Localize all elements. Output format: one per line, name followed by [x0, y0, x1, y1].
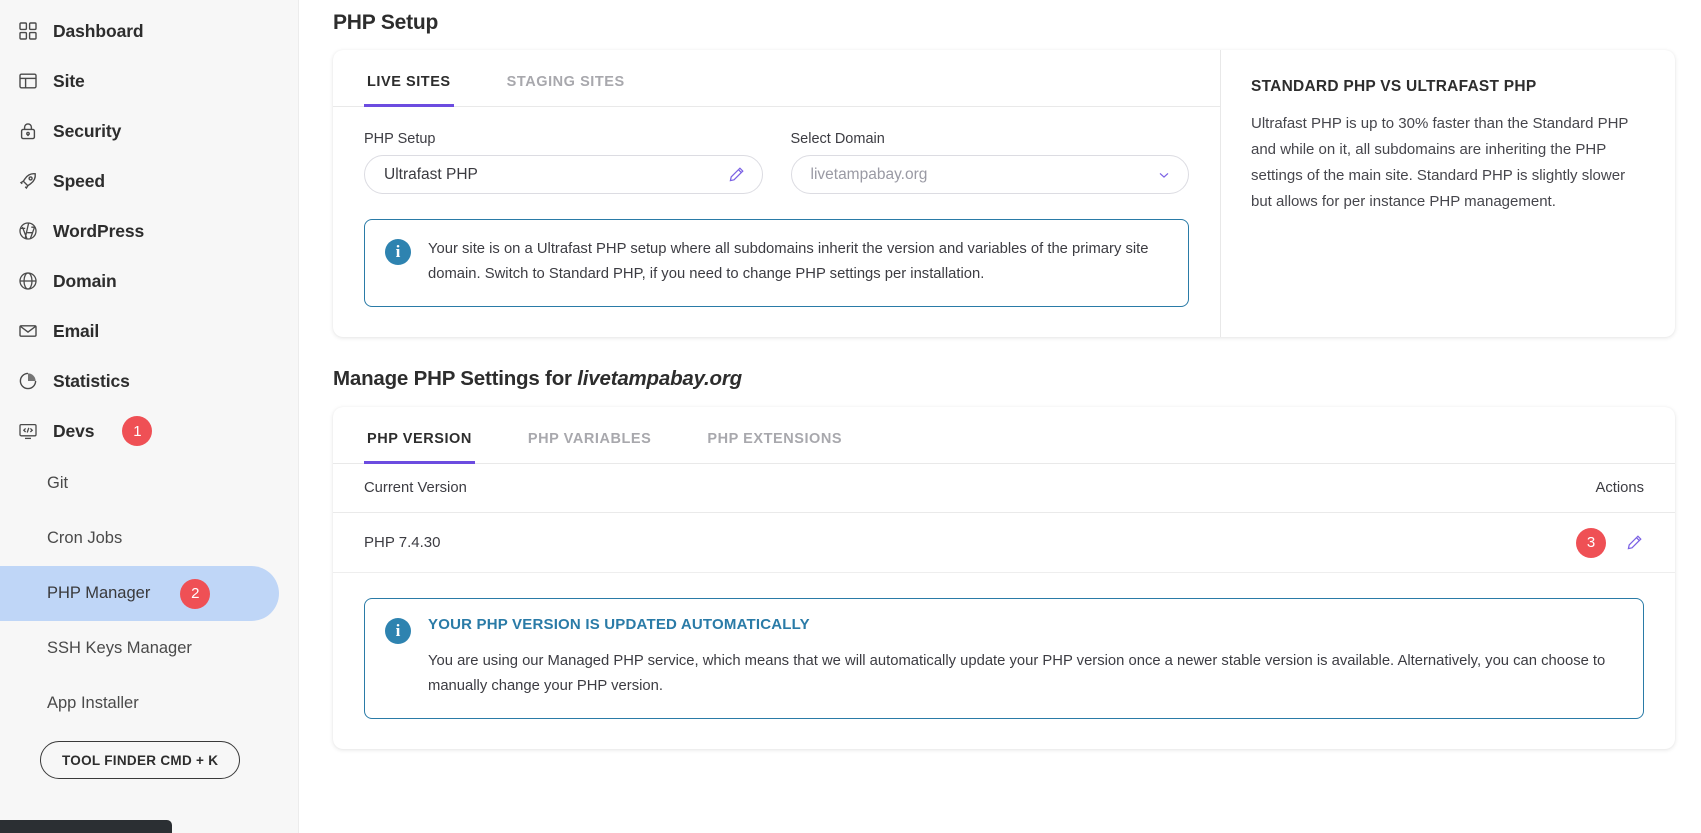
sidebar-item-label: Site — [53, 71, 85, 92]
sidebar-item-label: Statistics — [53, 371, 130, 392]
sidebar-item-security[interactable]: Security — [0, 106, 298, 156]
sidebar-item-label: Email — [53, 321, 99, 342]
pencil-icon[interactable] — [1625, 533, 1644, 552]
php-settings-card: PHP VERSION PHP VARIABLES PHP EXTENSIONS… — [333, 407, 1675, 749]
envelope-icon — [17, 320, 39, 342]
managed-php-callout-text: You are using our Managed PHP service, w… — [428, 649, 1621, 699]
sidebar-subitem-label: SSH Keys Manager — [47, 639, 192, 658]
sidebar-item-cron-jobs[interactable]: Cron Jobs — [0, 511, 298, 566]
row-actions: 3 — [1576, 528, 1644, 558]
current-php-version-value: PHP 7.4.30 — [364, 534, 440, 551]
tab-live-sites[interactable]: LIVE SITES — [364, 74, 454, 107]
tab-php-extensions[interactable]: PHP EXTENSIONS — [704, 431, 845, 464]
column-header-current-version: Current Version — [364, 480, 467, 496]
rocket-icon — [17, 170, 39, 192]
select-domain-dropdown[interactable]: livetampabay.org — [791, 155, 1190, 194]
sidebar-subitem-label: Git — [47, 474, 68, 493]
php-info-panel-title: STANDARD PHP VS ULTRAFAST PHP — [1251, 78, 1641, 96]
tab-staging-sites[interactable]: STAGING SITES — [504, 74, 628, 107]
php-setup-form: PHP Setup Ultrafast PHP — [333, 107, 1220, 194]
info-icon: i — [385, 618, 411, 644]
sidebar-item-label: WordPress — [53, 221, 144, 242]
sidebar-nav: Dashboard Site — [0, 0, 298, 779]
php-setup-field: PHP Setup Ultrafast PHP — [364, 131, 763, 194]
sidebar-subitem-label: PHP Manager — [47, 584, 150, 603]
sidebar-item-dashboard[interactable]: Dashboard — [0, 6, 298, 56]
sidebar-subitem-label: Cron Jobs — [47, 529, 122, 548]
step-badge-1: 1 — [122, 416, 152, 446]
window-icon — [17, 70, 39, 92]
wordpress-icon — [17, 220, 39, 242]
sidebar-item-devs[interactable]: Devs 1 — [0, 406, 298, 456]
php-settings-tabs: PHP VERSION PHP VARIABLES PHP EXTENSIONS — [333, 407, 1675, 464]
callout-body: Your site is on a Ultrafast PHP setup wh… — [428, 237, 1166, 287]
managed-php-callout: i YOUR PHP VERSION IS UPDATED AUTOMATICA… — [364, 598, 1644, 719]
sidebar-item-label: Dashboard — [53, 21, 144, 42]
main-content: PHP Setup LIVE SITES STAGING SITES PHP S… — [299, 0, 1701, 833]
tab-php-version[interactable]: PHP VERSION — [364, 431, 475, 464]
php-setup-label: PHP Setup — [364, 131, 763, 147]
code-screen-icon — [17, 420, 39, 442]
sidebar: Dashboard Site — [0, 0, 299, 833]
sidebar-item-statistics[interactable]: Statistics — [0, 356, 298, 406]
app-root: Dashboard Site — [0, 0, 1701, 833]
php-setup-card: LIVE SITES STAGING SITES PHP Setup Ultra… — [333, 50, 1675, 337]
globe-icon — [17, 270, 39, 292]
pencil-icon[interactable] — [727, 165, 746, 184]
sidebar-bottom-bar — [0, 820, 172, 833]
tool-finder-wrap: TOOL FINDER CMD + K — [0, 731, 298, 779]
php-setup-card-left: LIVE SITES STAGING SITES PHP Setup Ultra… — [333, 50, 1220, 337]
page-title: PHP Setup — [333, 0, 1675, 50]
sidebar-item-email[interactable]: Email — [0, 306, 298, 356]
sidebar-item-git[interactable]: Git — [0, 456, 298, 511]
sidebar-item-ssh-keys-manager[interactable]: SSH Keys Manager — [0, 621, 298, 676]
grid-icon — [17, 20, 39, 42]
sidebar-subitem-label: App Installer — [47, 694, 139, 713]
sidebar-item-domain[interactable]: Domain — [0, 256, 298, 306]
step-badge-2: 2 — [180, 579, 210, 609]
callout-text: Your site is on a Ultrafast PHP setup wh… — [428, 237, 1166, 287]
column-header-actions: Actions — [1595, 480, 1644, 496]
select-domain-value: livetampabay.org — [811, 166, 928, 184]
php-version-table-header: Current Version Actions — [333, 464, 1675, 513]
info-icon: i — [385, 239, 411, 265]
ultrafast-php-callout: i Your site is on a Ultrafast PHP setup … — [364, 219, 1189, 307]
sidebar-item-label: Devs — [53, 421, 94, 442]
sidebar-item-speed[interactable]: Speed — [0, 156, 298, 206]
php-setup-input[interactable]: Ultrafast PHP — [364, 155, 763, 194]
select-domain-field: Select Domain livetampabay.org — [791, 131, 1190, 194]
table-row: PHP 7.4.30 3 — [333, 513, 1675, 573]
pie-chart-icon — [17, 370, 39, 392]
managed-php-callout-title: YOUR PHP VERSION IS UPDATED AUTOMATICALL… — [428, 616, 1621, 633]
php-setup-value: Ultrafast PHP — [384, 166, 478, 184]
sidebar-item-app-installer[interactable]: App Installer — [0, 676, 298, 731]
sidebar-item-php-manager[interactable]: PHP Manager 2 — [0, 566, 279, 621]
sidebar-item-label: Speed — [53, 171, 105, 192]
sidebar-item-wordpress[interactable]: WordPress — [0, 206, 298, 256]
tab-php-variables[interactable]: PHP VARIABLES — [525, 431, 654, 464]
tool-finder-button[interactable]: TOOL FINDER CMD + K — [40, 741, 240, 779]
sidebar-item-label: Security — [53, 121, 121, 142]
site-type-tabs: LIVE SITES STAGING SITES — [333, 50, 1220, 107]
php-info-panel-text: Ultrafast PHP is up to 30% faster than t… — [1251, 111, 1641, 215]
sidebar-item-label: Domain — [53, 271, 117, 292]
chevron-down-icon[interactable] — [1156, 167, 1172, 183]
step-badge-3: 3 — [1576, 528, 1606, 558]
select-domain-label: Select Domain — [791, 131, 1190, 147]
manage-php-settings-title: Manage PHP Settings for livetampabay.org — [333, 337, 1675, 407]
sidebar-item-site[interactable]: Site — [0, 56, 298, 106]
lock-icon — [17, 120, 39, 142]
php-info-panel: STANDARD PHP VS ULTRAFAST PHP Ultrafast … — [1220, 50, 1675, 337]
manage-php-settings-domain: livetampabay.org — [577, 367, 742, 390]
callout-body: YOUR PHP VERSION IS UPDATED AUTOMATICALL… — [428, 616, 1621, 699]
manage-php-settings-prefix: Manage PHP Settings for — [333, 367, 577, 390]
